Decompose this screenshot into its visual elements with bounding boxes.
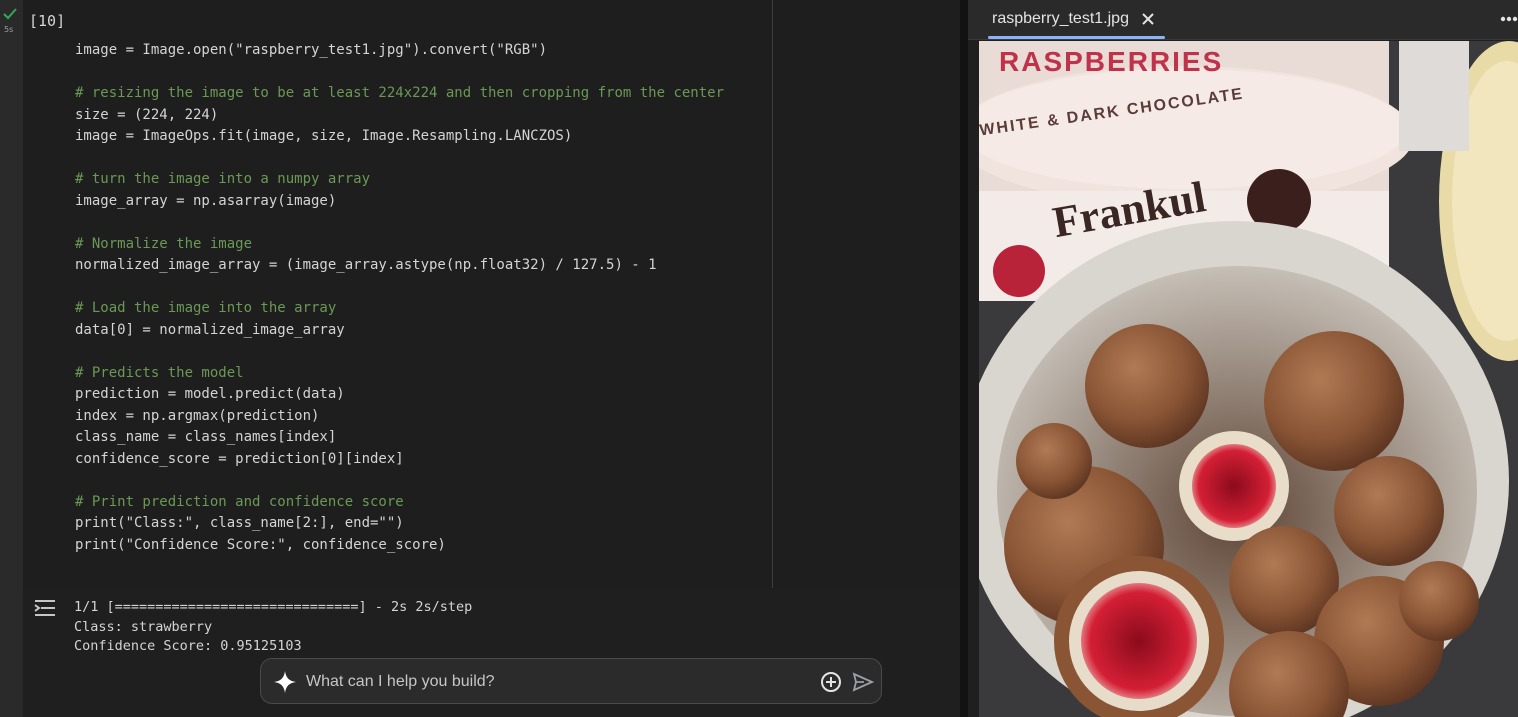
code-line: # turn the image into a numpy array: [75, 171, 371, 187]
more-horizontal-icon[interactable]: [1500, 16, 1518, 22]
code-line: # Predicts the model: [75, 364, 244, 381]
cell-gutter: 5s: [0, 0, 23, 717]
check-icon[interactable]: [3, 8, 17, 20]
code-line: size = (224, 224): [75, 106, 219, 123]
output-line: Class: strawberry: [74, 618, 213, 635]
output-text: 1/1 [==============================] - 2…: [74, 598, 472, 657]
execution-count: [10]: [29, 12, 66, 30]
tab-label[interactable]: raspberry_test1.jpg: [992, 10, 1129, 28]
cell-divider: [772, 0, 773, 588]
code-line: prediction = model.predict(data): [75, 386, 345, 402]
output-actions-icon[interactable]: [33, 597, 57, 619]
photo-text-brand: RASPBERRIES: [999, 46, 1223, 77]
code-line: confidence_score = prediction[0][index]: [75, 450, 404, 467]
code-line: # Print prediction and confidence score: [75, 493, 404, 510]
run-time: 5s: [4, 25, 14, 34]
code-line: class_name = class_names[index]: [75, 429, 337, 445]
send-icon[interactable]: [852, 672, 874, 692]
active-tab-indicator: [988, 36, 1165, 39]
pane-divider[interactable]: [960, 0, 968, 717]
output-line: Confidence Score: 0.95125103: [74, 638, 302, 654]
code-line: # Normalize the image: [75, 235, 253, 252]
code-line: print("Class:", class_name[2:], end=""): [75, 515, 404, 531]
ai-prompt-input[interactable]: [306, 672, 786, 692]
ai-prompt-bar[interactable]: [260, 658, 882, 704]
output-line: 1/1 [==============================] - 2…: [74, 599, 473, 615]
code-line: print("Confidence Score:", confidence_sc…: [75, 536, 446, 553]
add-circle-icon[interactable]: [820, 671, 842, 693]
code-editor[interactable]: image = Image.open("raspberry_test1.jpg"…: [75, 40, 724, 556]
code-line: normalized_image_array = (image_array.as…: [75, 257, 657, 273]
sparkle-icon: [274, 671, 296, 693]
code-line: image = Image.open("raspberry_test1.jpg"…: [75, 42, 548, 58]
code-line: # Load the image into the array: [75, 300, 337, 316]
code-line: image_array = np.asarray(image): [75, 192, 337, 209]
raspberry-photo: RASPBERRIES WHITE & DARK CHOCOLATE Frank…: [979, 41, 1518, 717]
close-icon[interactable]: [1140, 11, 1156, 27]
code-line: # resizing the image to be at least 224x…: [75, 85, 725, 101]
code-line: data[0] = normalized_image_array: [75, 321, 345, 338]
code-line: index = np.argmax(prediction): [75, 407, 320, 424]
code-line: image = ImageOps.fit(image, size, Image.…: [75, 128, 573, 144]
